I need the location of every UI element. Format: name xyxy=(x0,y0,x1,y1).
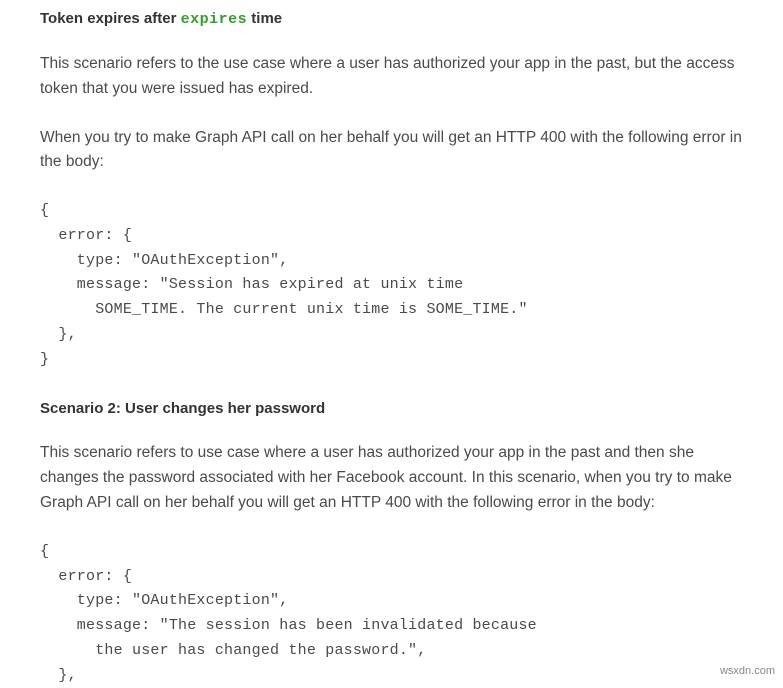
watermark-text: wsxdn.com xyxy=(720,665,775,677)
document-content: Token expires after expires time This sc… xyxy=(0,0,783,688)
section1-code-block: { error: { type: "OAuthException", messa… xyxy=(40,199,743,372)
heading-text-prefix: Token expires after xyxy=(40,10,181,27)
section2-heading: Scenario 2: User changes her password xyxy=(40,400,743,417)
section1-heading: Token expires after expires time xyxy=(40,10,743,28)
section2-code-block: { error: { type: "OAuthException", messa… xyxy=(40,540,743,688)
section1-paragraph1: This scenario refers to the use case whe… xyxy=(40,52,743,102)
section2-paragraph1: This scenario refers to use case where a… xyxy=(40,441,743,515)
heading-keyword: expires xyxy=(181,11,248,28)
section1-paragraph2: When you try to make Graph API call on h… xyxy=(40,126,743,176)
heading-text-suffix: time xyxy=(247,10,282,27)
